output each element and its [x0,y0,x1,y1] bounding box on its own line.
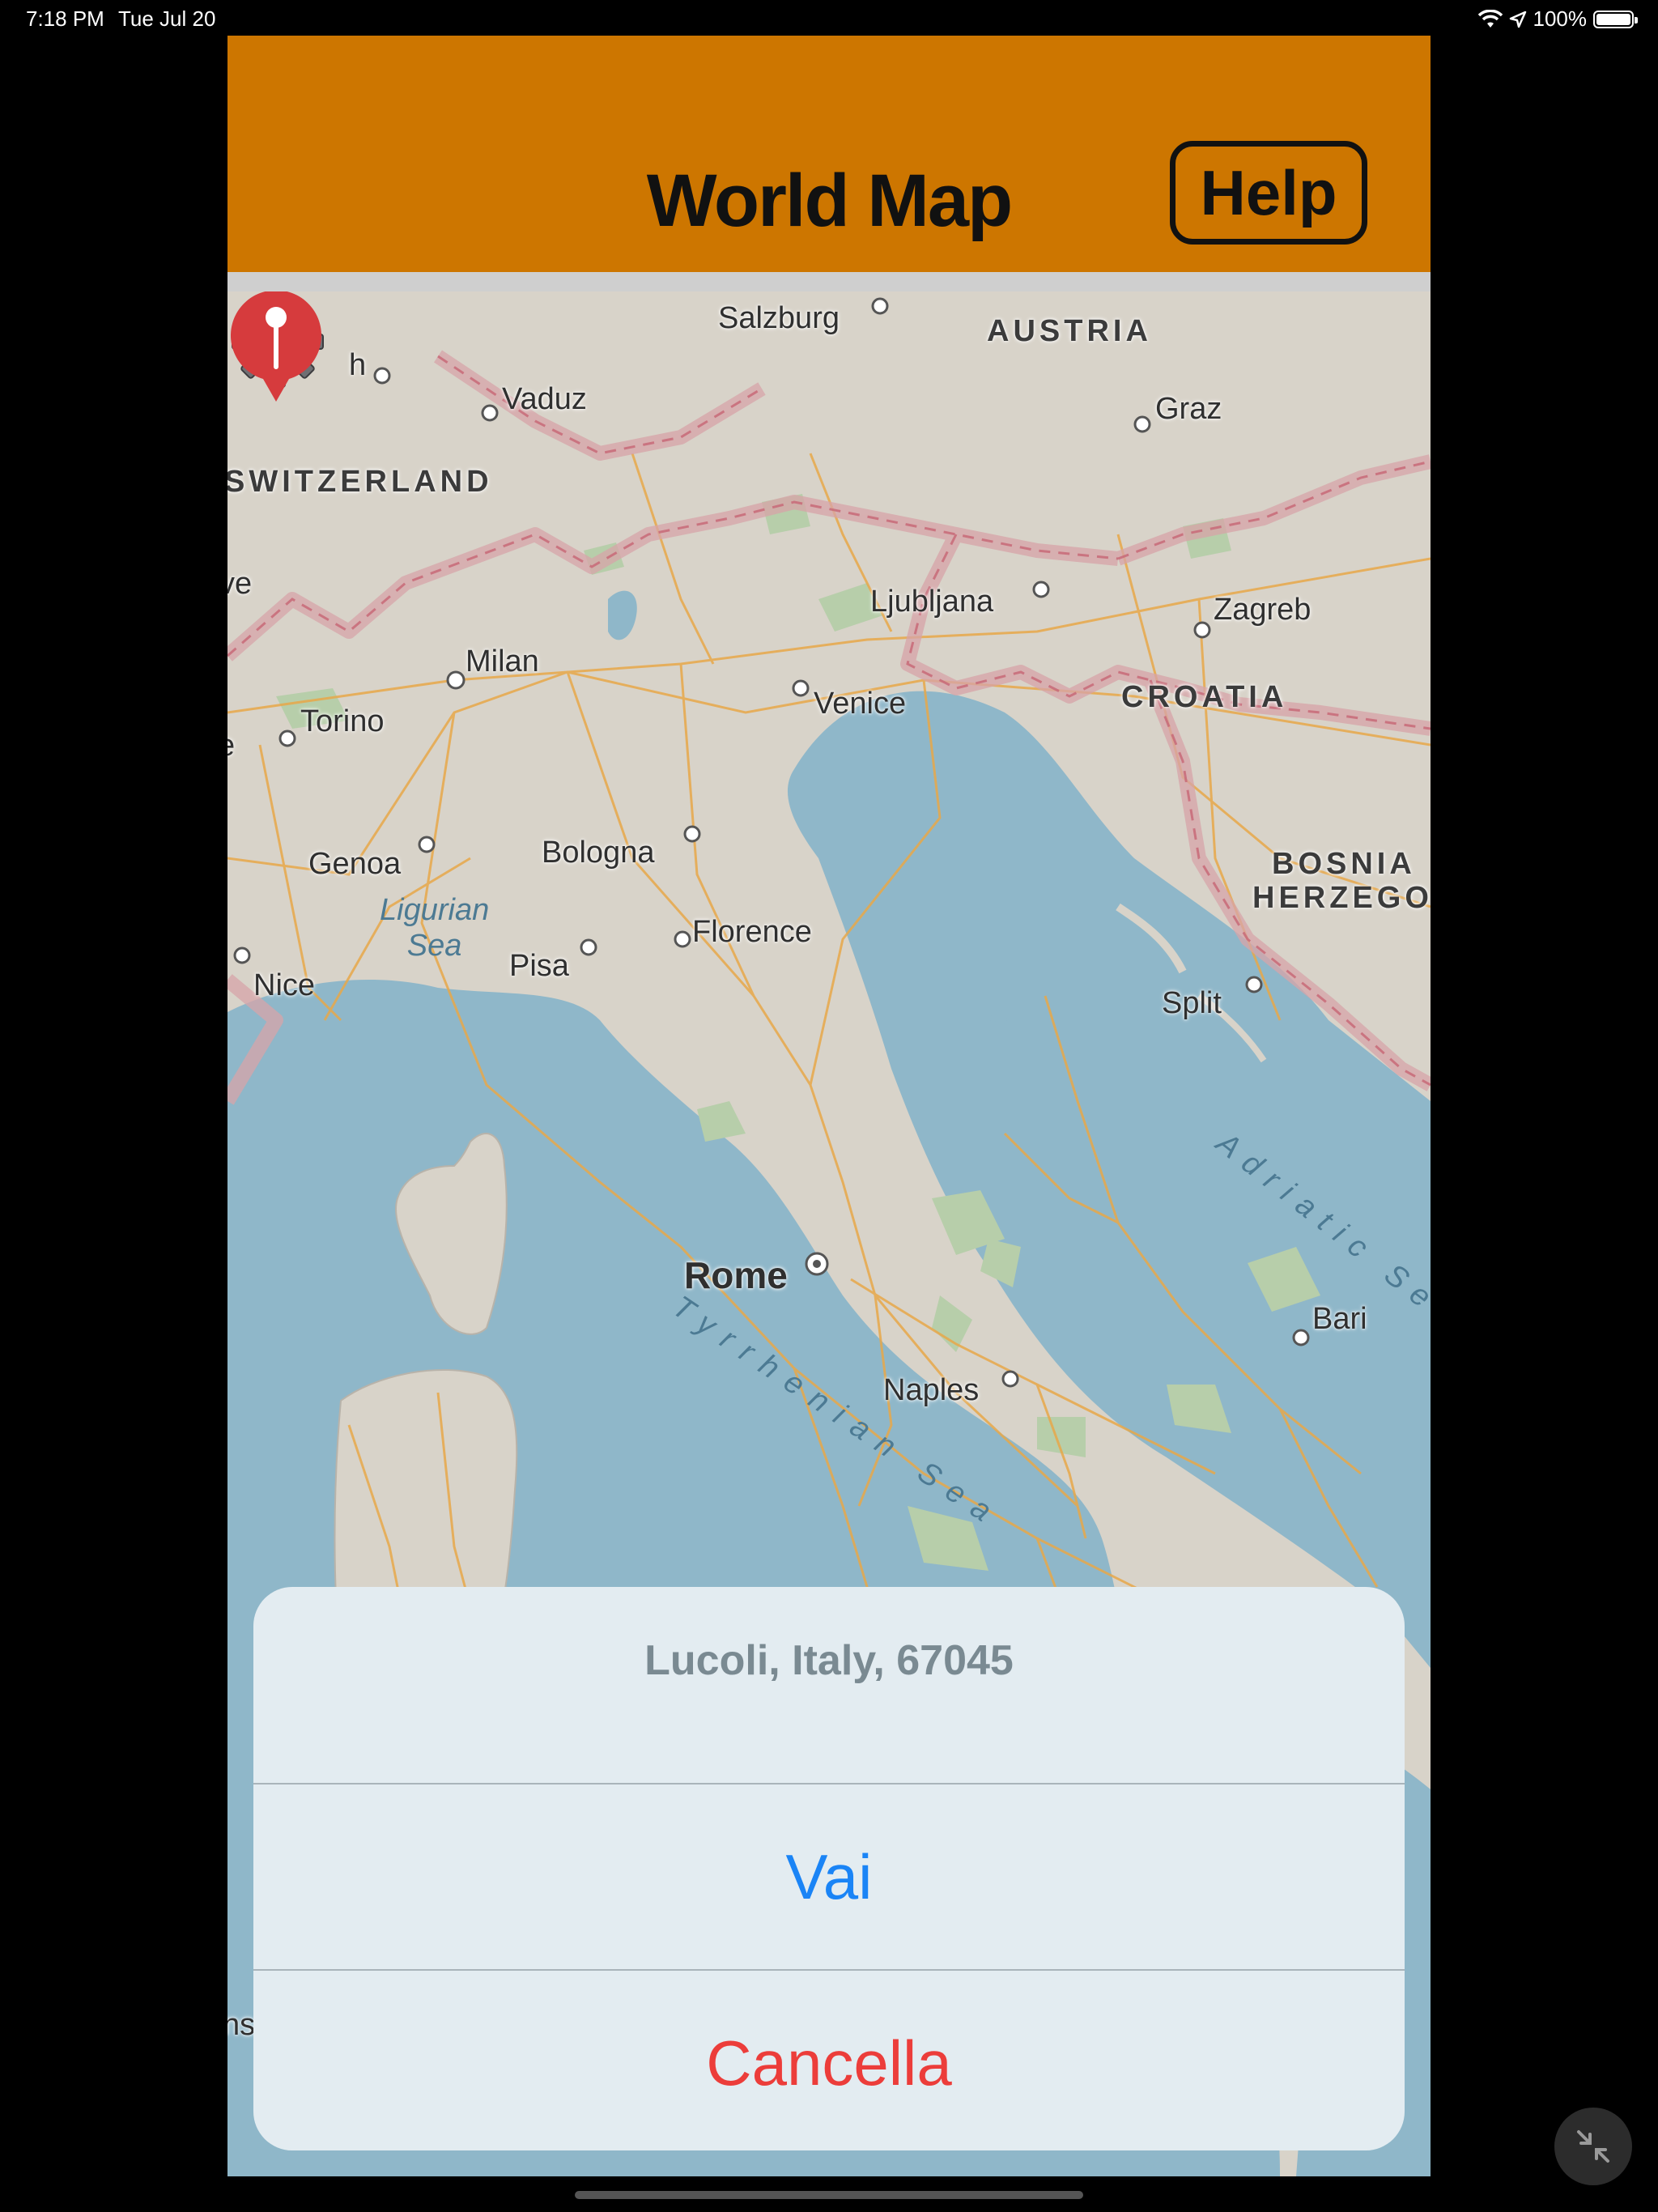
minimize-arrows-icon [1577,2130,1609,2163]
city-dot-vaduz [481,404,499,422]
map-label-zagreb: Zagreb [1214,593,1312,627]
map-label-split: Split [1162,986,1222,1020]
map-label-torino: Torino [300,704,385,738]
wifi-icon [1477,9,1503,28]
action-sheet: Lucoli, Italy, 67045 Vai Cancella [253,1587,1405,2150]
location-arrow-icon [1509,11,1526,28]
map-label-edge-e: e [227,729,235,764]
city-dot-milan [446,670,466,690]
map-label-nice: Nice [253,968,316,1002]
map-label-bosnia: BOSNIA [1272,847,1416,881]
city-dot-venice [792,679,810,697]
map-label-florence: Florence [692,915,812,949]
map-label-venice: Venice [814,687,907,721]
header-divider [227,272,1431,291]
cancel-button[interactable]: Cancella [253,1971,1405,2150]
map-label-ligurian-sea: Ligurian Sea [380,893,490,963]
map-label-bologna: Bologna [542,836,655,870]
city-dot-h [373,367,391,385]
city-dot-split [1245,976,1263,993]
map-label-naples: Naples [883,1373,980,1407]
map-label-austria: AUSTRIA [987,314,1152,348]
map-label-edge-ve: ve [227,567,253,601]
city-dot-ljubljana [1032,581,1050,598]
city-dot-genoa [418,836,436,853]
go-button[interactable]: Vai [253,1784,1405,1969]
city-dot-nice [233,946,251,964]
city-dot-naples [1001,1370,1019,1388]
city-dot-bari [1292,1329,1310,1346]
battery-icon [1593,10,1638,28]
map-label-bari: Bari [1312,1302,1367,1336]
map-label-genoa: Genoa [308,847,402,881]
map-label-switzerland: SWITZERLAND [227,465,493,499]
home-indicator[interactable] [575,2191,1083,2199]
city-dot-salzburg [871,297,889,315]
app-header: World Map Help [227,36,1431,272]
status-bar: 7:18 PM Tue Jul 20 100% [0,0,1658,36]
map-label-edge-ns: ns [227,2008,256,2042]
map-label-graz: Graz [1155,392,1222,426]
map-label-ljubljana: Ljubljana [870,585,994,619]
city-dot-florence [674,930,691,948]
map-label-rome: Rome [684,1254,788,1296]
map-label-salzburg: Salzburg [718,301,840,335]
status-time: 7:18 PM [26,6,104,31]
city-dot-zagreb [1193,621,1211,639]
minimize-button[interactable] [1554,2108,1632,2185]
map-label-vaduz: Vaduz [502,382,587,416]
map-pin-icon[interactable] [227,291,325,405]
map-label-pisa: Pisa [509,949,569,983]
map-label-croatia: CROATIA [1121,680,1288,714]
status-date: Tue Jul 20 [118,6,216,31]
status-indicators: 100% [1477,6,1638,32]
map-label-edge-h: h [349,348,367,382]
map-label-herzego: HERZEGO [1252,881,1431,915]
city-dot-graz [1133,415,1151,433]
city-dot-pisa [580,938,597,956]
battery-level-fill [1596,13,1630,25]
city-dot-bologna [683,825,701,843]
help-button[interactable]: Help [1170,141,1367,245]
battery-percent: 100% [1533,6,1588,31]
city-dot-rome [805,1252,829,1276]
action-sheet-title: Lucoli, Italy, 67045 [644,1637,1014,1684]
city-dot-torino [278,730,296,747]
map-label-milan: Milan [466,644,539,678]
